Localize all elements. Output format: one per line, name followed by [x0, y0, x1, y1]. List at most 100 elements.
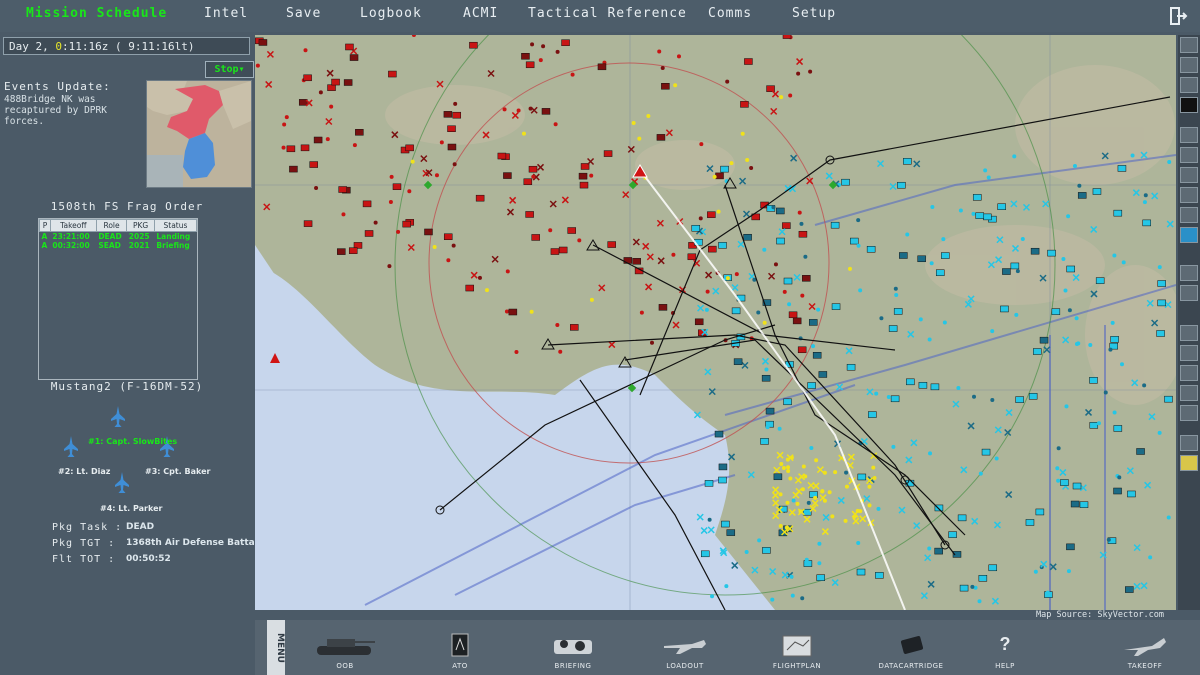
- map-unit-icon[interactable]: [389, 174, 394, 179]
- map-unit-icon[interactable]: [1113, 487, 1122, 495]
- map-unit-icon[interactable]: [707, 211, 716, 218]
- korea-overview-map[interactable]: [146, 80, 252, 188]
- map-unit-icon[interactable]: [773, 262, 778, 267]
- map-unit-icon[interactable]: [603, 150, 613, 157]
- map-unit-icon[interactable]: [281, 145, 286, 150]
- map-tool-button[interactable]: [1180, 405, 1198, 421]
- map-unit-icon[interactable]: [650, 340, 655, 345]
- map-unit-icon[interactable]: [1064, 404, 1069, 409]
- map-unit-icon[interactable]: [816, 307, 821, 312]
- map-unit-icon[interactable]: [1010, 200, 1018, 208]
- frag-col-status[interactable]: Status: [153, 219, 198, 232]
- layer-toggle-button[interactable]: [1180, 187, 1198, 203]
- map-unit-icon[interactable]: [1079, 501, 1089, 508]
- map-unit-icon[interactable]: [691, 224, 701, 232]
- map-unit-icon[interactable]: [1049, 563, 1057, 571]
- map-unit-icon[interactable]: [343, 79, 353, 86]
- map-unit-icon[interactable]: [676, 54, 681, 59]
- map-unit-icon[interactable]: [886, 395, 891, 400]
- map-unit-icon[interactable]: [1113, 425, 1123, 432]
- map-unit-icon[interactable]: [451, 243, 456, 248]
- map-unit-icon[interactable]: [352, 143, 357, 148]
- map-unit-icon[interactable]: [1062, 336, 1070, 344]
- map-unit-icon[interactable]: [525, 211, 534, 218]
- map-unit-icon[interactable]: [792, 491, 800, 499]
- map-unit-icon[interactable]: [927, 580, 935, 588]
- map-unit-icon[interactable]: [817, 541, 822, 546]
- map-unit-icon[interactable]: [705, 289, 710, 294]
- map-unit-icon[interactable]: [1110, 336, 1119, 343]
- layer-toggle-button[interactable]: [1180, 167, 1198, 183]
- map-unit-icon[interactable]: [699, 142, 704, 147]
- map-unit-icon[interactable]: [820, 489, 825, 494]
- map-unit-icon[interactable]: [314, 185, 319, 190]
- zoom-out-icon[interactable]: [1180, 345, 1198, 361]
- map-unit-icon[interactable]: [879, 316, 884, 321]
- map-unit-icon[interactable]: [1030, 247, 1040, 255]
- map-unit-icon[interactable]: [920, 592, 928, 600]
- map-unit-icon[interactable]: [803, 560, 813, 567]
- map-unit-icon[interactable]: [1113, 209, 1123, 217]
- map-unit-icon[interactable]: [782, 222, 791, 229]
- map-unit-icon[interactable]: [1088, 342, 1093, 347]
- map-unit-icon[interactable]: [781, 466, 786, 471]
- map-unit-icon[interactable]: [528, 106, 533, 111]
- map-unit-icon[interactable]: [744, 549, 749, 554]
- map-unit-icon[interactable]: [1060, 479, 1069, 486]
- map-unit-icon[interactable]: [983, 213, 992, 221]
- map-unit-icon[interactable]: [1148, 555, 1153, 560]
- map-unit-icon[interactable]: [867, 484, 872, 489]
- map-unit-icon[interactable]: [577, 238, 582, 243]
- map-unit-icon[interactable]: [388, 70, 397, 78]
- map-unit-icon[interactable]: [740, 101, 749, 108]
- layer-toggle-button[interactable]: [1180, 265, 1198, 281]
- map-unit-icon[interactable]: [1142, 383, 1147, 388]
- map-unit-icon[interactable]: [770, 107, 778, 115]
- map-unit-icon[interactable]: [578, 172, 588, 180]
- map-unit-icon[interactable]: [893, 308, 903, 315]
- map-unit-icon[interactable]: [337, 248, 346, 255]
- map-unit-icon[interactable]: [772, 499, 780, 507]
- map-unit-icon[interactable]: [1095, 277, 1105, 284]
- map-unit-icon[interactable]: [994, 426, 1002, 434]
- map-unit-icon[interactable]: [993, 521, 1001, 529]
- map-unit-icon[interactable]: [741, 361, 749, 369]
- map-unit-icon[interactable]: [1043, 346, 1051, 354]
- map-unit-icon[interactable]: [977, 599, 982, 604]
- map-unit-icon[interactable]: [803, 254, 808, 259]
- map-unit-icon[interactable]: [1089, 422, 1099, 429]
- map-unit-icon[interactable]: [530, 42, 535, 47]
- map-unit-icon[interactable]: [453, 101, 458, 106]
- map-unit-icon[interactable]: [990, 329, 995, 334]
- weather-icon[interactable]: [1180, 455, 1198, 471]
- map-unit-icon[interactable]: [1005, 491, 1013, 499]
- loadout-button[interactable]: LOADOUT: [635, 624, 735, 674]
- map-unit-icon[interactable]: [956, 386, 961, 391]
- map-unit-icon[interactable]: [830, 221, 840, 229]
- map-unit-icon[interactable]: [771, 90, 779, 98]
- layer-toggle-button[interactable]: [1180, 207, 1198, 223]
- layer-toggle-button[interactable]: [1180, 227, 1198, 243]
- map-unit-icon[interactable]: [779, 461, 784, 466]
- map-unit-icon[interactable]: [553, 122, 558, 127]
- map-unit-icon[interactable]: [338, 186, 347, 193]
- map-unit-icon[interactable]: [642, 242, 650, 250]
- frag-row[interactable]: A 00:32:00 SEAD 2021 Briefing: [40, 241, 197, 250]
- tab-mission-schedule[interactable]: Mission Schedule: [26, 6, 167, 21]
- map-unit-icon[interactable]: [847, 453, 855, 461]
- map-unit-icon[interactable]: [788, 508, 796, 516]
- map-unit-icon[interactable]: [836, 383, 844, 391]
- map-unit-icon[interactable]: [255, 63, 260, 68]
- map-unit-icon[interactable]: [1002, 268, 1011, 275]
- map-unit-icon[interactable]: [783, 277, 793, 285]
- map-unit-icon[interactable]: [957, 514, 967, 522]
- map-unit-icon[interactable]: [567, 227, 576, 234]
- map-unit-icon[interactable]: [424, 228, 433, 236]
- map-unit-icon[interactable]: [867, 503, 872, 508]
- map-unit-icon[interactable]: [778, 228, 786, 236]
- map-unit-icon[interactable]: [1166, 220, 1174, 228]
- map-unit-icon[interactable]: [761, 374, 771, 382]
- map-unit-icon[interactable]: [1022, 203, 1030, 211]
- map-unit-icon[interactable]: [665, 129, 673, 137]
- map-unit-icon[interactable]: [800, 596, 805, 601]
